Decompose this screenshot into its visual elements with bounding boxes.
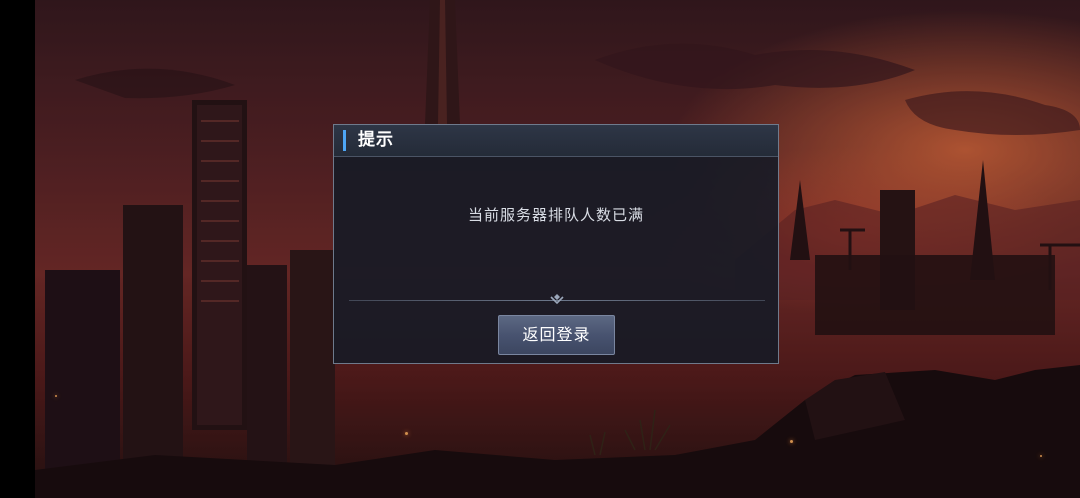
game-screen: 提示 当前服务器排队人数已满 返回登录 — [0, 0, 1080, 498]
screen-edge-bar — [0, 0, 35, 498]
diamond-chevron-icon — [550, 294, 564, 305]
notice-dialog: 提示 当前服务器排队人数已满 返回登录 — [333, 124, 779, 364]
dialog-title: 提示 — [358, 130, 394, 150]
return-to-login-button[interactable]: 返回登录 — [498, 315, 615, 355]
title-accent-bar — [343, 130, 346, 151]
dialog-header: 提示 — [334, 125, 778, 157]
dialog-message: 当前服务器排队人数已满 — [467, 206, 644, 224]
